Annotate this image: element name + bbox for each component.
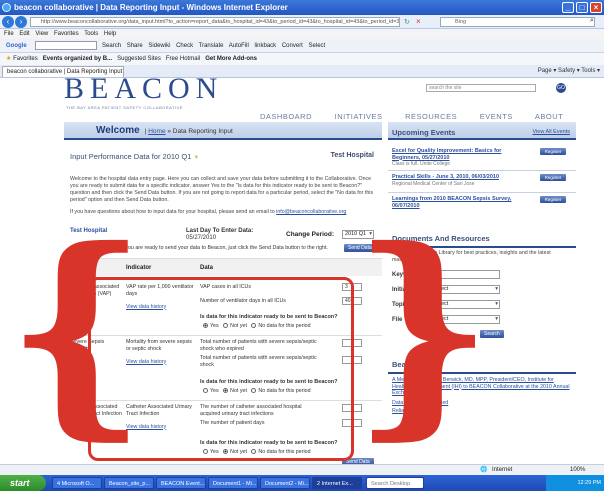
event-item: Practical Skills - June 3, 2010, 06/03/2… <box>392 174 512 187</box>
google-toolbar: Google Search Share Sidewiki Check Trans… <box>0 39 604 53</box>
address-input[interactable]: http://www.beaconcollaborative.org/data_… <box>30 17 400 27</box>
breadcrumb-current: » Data Reporting Input <box>167 128 233 135</box>
page-title: Input Performance Data for 2010 Q1 ▼ <box>70 152 199 161</box>
toolbar-linkback[interactable]: linkback <box>254 43 276 49</box>
nav-resources[interactable]: RESOURCES <box>405 112 457 121</box>
search-box[interactable]: Bing <box>440 17 595 27</box>
favorites-label[interactable]: Favorites <box>13 56 38 62</box>
task-button[interactable]: 2 Internet Ex... <box>312 477 362 489</box>
nav-initiatives[interactable]: INITIATIVES <box>335 112 383 121</box>
command-bar[interactable]: Page ▾ Safety ▾ Tools ▾ <box>538 65 600 78</box>
annotation-left-brace: { <box>6 200 148 459</box>
welcome-title: Welcome <box>96 125 140 136</box>
divider <box>388 170 576 171</box>
task-button[interactable]: Document2 - Mi... <box>260 477 310 489</box>
toolbar-translate[interactable]: Translate <box>199 43 224 49</box>
change-period-label: Change Period: <box>286 231 335 238</box>
toolbar-check[interactable]: Check <box>176 43 193 49</box>
search-icon[interactable]: ⌕ <box>590 17 594 25</box>
event-item: Excel for Quality Improvement: Basics fo… <box>392 148 512 168</box>
google-logo: Google <box>6 43 27 49</box>
status-bar: 🌐 Internet 100% <box>0 464 604 475</box>
address-bar-row: ‹ › http://www.beaconcollaborative.org/d… <box>0 15 604 29</box>
back-arrow-icon[interactable]: ‹ <box>2 16 14 28</box>
divider <box>388 192 576 193</box>
breadcrumb-home[interactable]: Home <box>148 128 165 135</box>
event-sub: Class is full. Unite College <box>392 161 451 167</box>
view-all-events-link[interactable]: View All Events <box>532 129 570 135</box>
last-day-label: Last Day To Enter Data: <box>186 228 254 234</box>
task-button[interactable]: Document1 - Mi... <box>208 477 258 489</box>
event-link[interactable]: Practical Skills - June 3, 2010, 06/03/2… <box>392 174 499 180</box>
tab-beacon[interactable]: beacon collaborative | Data Reporting In… <box>2 66 124 77</box>
menu-view[interactable]: View <box>35 31 48 37</box>
nav-about[interactable]: ABOUT <box>535 112 563 121</box>
window-title: beacon collaborative | Data Reporting In… <box>14 3 288 12</box>
menu-help[interactable]: Help <box>104 31 116 37</box>
nav-dashboard[interactable]: DASHBOARD <box>260 112 312 121</box>
menu-file[interactable]: File <box>4 31 14 37</box>
stop-icon[interactable]: × <box>416 17 421 26</box>
toolbar-convert[interactable]: Convert <box>282 43 303 49</box>
taskbar: start 4 Microsoft O... Beacon_site_p... … <box>0 475 604 491</box>
expand-triangle-icon[interactable]: ▼ <box>193 155 199 161</box>
window-title-bar: beacon collaborative | Data Reporting In… <box>0 0 604 15</box>
tab-row: beacon collaborative | Data Reporting In… <box>0 65 604 78</box>
maximize-button[interactable]: □ <box>576 2 588 13</box>
top-nav: DASHBOARD INITIATIVES RESOURCES EVENTS A… <box>260 112 583 121</box>
site-search-input[interactable]: search the site <box>426 84 536 92</box>
task-button[interactable]: BEACON Event... <box>156 477 206 489</box>
site-search-go-button[interactable]: GO <box>556 83 566 93</box>
menu-tools[interactable]: Tools <box>84 31 98 37</box>
desktop-search-input[interactable]: Search Desktop <box>366 477 424 489</box>
system-tray: 12:29 PM <box>546 475 604 491</box>
page-title-text: Input Performance Data for 2010 Q1 <box>70 152 192 161</box>
toolbar-select[interactable]: Select <box>309 43 326 49</box>
upcoming-events-title: Upcoming Events <box>392 128 456 137</box>
last-day-value: 05/27/2010 <box>186 235 217 241</box>
register-button[interactable]: Register <box>540 148 566 155</box>
menu-edit[interactable]: Edit <box>19 31 29 37</box>
toolbar-sidewiki[interactable]: Sidewiki <box>148 43 170 49</box>
register-button[interactable]: Register <box>540 196 566 203</box>
fav-hotmail[interactable]: Free Hotmail <box>166 56 200 62</box>
fav-suggested[interactable]: Suggested Sites <box>117 56 161 62</box>
task-button[interactable]: Beacon_site_p... <box>104 477 154 489</box>
hospital-name: Test Hospital <box>330 152 374 159</box>
clock: 12:29 PM <box>577 480 601 486</box>
annotation-right-brace: } <box>352 200 494 459</box>
register-button[interactable]: Register <box>540 174 566 181</box>
toolbar-search[interactable]: Search <box>102 43 121 49</box>
close-button[interactable]: × <box>590 2 602 13</box>
beacon-logo[interactable]: BEACON <box>64 78 223 106</box>
refresh-icon[interactable]: ↻ <box>404 18 410 26</box>
toolbar-share[interactable]: Share <box>127 43 143 49</box>
event-link[interactable]: Excel for Quality Improvement: Basics fo… <box>392 148 501 161</box>
favorites-bar: ★ Favorites Events organized by B... Sug… <box>0 53 604 65</box>
tagline: THE BAY AREA PATIENT SAFETY COLLABORATIV… <box>66 105 183 110</box>
welcome-bar: Welcome | Home » Data Reporting Input <box>64 122 382 140</box>
fav-addons[interactable]: Get More Add-ons <box>205 56 257 62</box>
task-button[interactable]: 4 Microsoft O... <box>52 477 102 489</box>
col-data: Data <box>200 265 214 271</box>
minimize-button[interactable]: _ <box>562 2 574 13</box>
email-link[interactable]: info@beaconcollaborative.org <box>276 209 346 215</box>
nav-events[interactable]: EVENTS <box>480 112 513 121</box>
menu-bar: File Edit View Favorites Tools Help <box>0 29 604 39</box>
last-day: Last Day To Enter Data: 05/27/2010 <box>186 228 253 242</box>
ie-logo-icon <box>2 3 11 12</box>
start-button[interactable]: start <box>0 475 46 491</box>
forward-arrow-icon[interactable]: › <box>15 16 27 28</box>
google-search-input[interactable] <box>35 40 98 50</box>
fav-events[interactable]: Events organized by B... <box>43 56 112 62</box>
event-sub: Regional Medical Center of San Jose <box>392 180 475 187</box>
star-icon[interactable]: ★ <box>6 56 11 62</box>
menu-favorites[interactable]: Favorites <box>54 31 79 37</box>
toolbar-autofill[interactable]: AutoFill <box>229 43 249 49</box>
